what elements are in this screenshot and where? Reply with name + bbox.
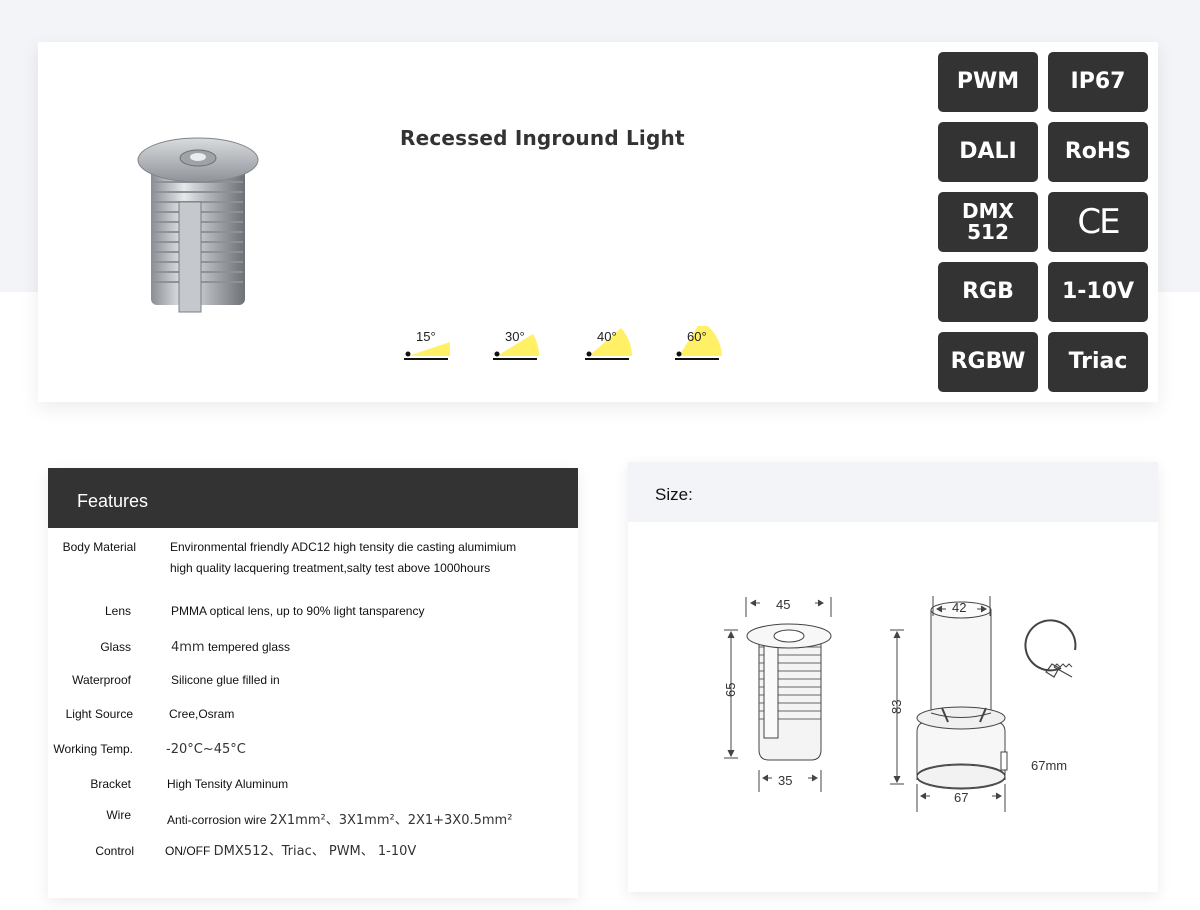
badge-ce: CE — [1048, 192, 1148, 252]
beam-angle-label: 40° — [597, 329, 617, 344]
badge-dmx512: DMX 512 — [938, 192, 1038, 252]
badge-triac: Triac — [1048, 332, 1148, 392]
feature-value: ON/OFF — [165, 844, 211, 858]
feature-label: Waterproof — [72, 673, 131, 687]
dim-height-b: 83 — [889, 700, 904, 714]
feature-label: Bracket — [90, 777, 131, 791]
feature-value: Anti-corrosion wire — [167, 813, 267, 827]
feature-value: high quality lacquering treatment,salty … — [170, 561, 491, 575]
badge-dali: DALI — [938, 122, 1038, 182]
dim-top-diameter: 45 — [776, 597, 790, 612]
size-header: Size: — [628, 462, 1158, 522]
feature-value: Silicone glue filled in — [171, 673, 280, 687]
dim-height-a: 65 — [723, 683, 738, 697]
badge-rohs: RoHS — [1048, 122, 1148, 182]
feature-label: Lens — [104, 604, 131, 618]
features-header: Features — [48, 468, 578, 528]
feature-value: High Tensity Aluminum — [167, 777, 289, 791]
beam-angle-15: 15° — [404, 326, 464, 366]
feature-value: Environmental friendly ADC12 high tensit… — [170, 540, 517, 554]
cutout-saw-icon — [1024, 619, 1077, 678]
size-card: Size: 45 65 35 42 83 67 67mm — [628, 462, 1158, 892]
beam-angle-60: 60° — [675, 326, 735, 366]
dim-bottom-diameter-a: 35 — [778, 773, 792, 788]
feature-badge-grid: PWM IP67 DALI RoHS DMX 512 CE RGB 1-10V … — [938, 52, 1148, 392]
beam-angle-40: 40° — [585, 326, 645, 366]
product-card: Recessed Inground Light 15° 30° 40° 60° … — [38, 42, 1158, 402]
feature-value: tempered glass — [207, 640, 290, 654]
dim-cap-diameter: 42 — [952, 600, 966, 615]
dim-cutout: 67mm — [1031, 758, 1067, 773]
feature-label: Wire — [106, 808, 131, 822]
drawing-light-a — [746, 623, 832, 761]
beam-angle-30: 30° — [493, 326, 553, 366]
badge-rgbw: RGBW — [938, 332, 1038, 392]
dimension-drawing: 45 65 35 42 83 67 67mm — [723, 596, 1077, 812]
feature-label: Control — [95, 844, 134, 858]
beam-angle-label: 15° — [416, 329, 436, 344]
feature-value: Cree,Osram — [169, 707, 235, 721]
feature-label: Glass — [100, 640, 131, 654]
beam-angle-label: 60° — [687, 329, 707, 344]
feature-label: Body Material — [62, 540, 136, 554]
badge-ip67: IP67 — [1048, 52, 1148, 112]
feature-value-thickness: 4mm — [171, 640, 205, 655]
feature-label: Working Temp. — [53, 742, 133, 756]
beam-angle-label: 30° — [505, 329, 525, 344]
feature-value-protocols: DMX512、Triac、 PWM、 1-10V — [213, 844, 417, 859]
badge-rgb: RGB — [938, 262, 1038, 322]
drawing-light-b — [916, 601, 1008, 790]
feature-label: Light Source — [65, 707, 133, 721]
product-image — [137, 137, 259, 313]
feature-value-sizes: 2X1mm²、3X1mm²、2X1+3X0.5mm² — [269, 813, 513, 828]
features-card: Features Body Material Environmental fri… — [48, 468, 578, 898]
badge-1-10v: 1-10V — [1048, 262, 1148, 322]
badge-pwm: PWM — [938, 52, 1038, 112]
dim-bottom-diameter-b: 67 — [954, 790, 968, 805]
feature-value: -20°C~45°C — [166, 742, 246, 757]
product-title: Recessed Inground Light — [400, 126, 685, 150]
feature-value: PMMA optical lens, up to 90% light tansp… — [171, 604, 425, 618]
